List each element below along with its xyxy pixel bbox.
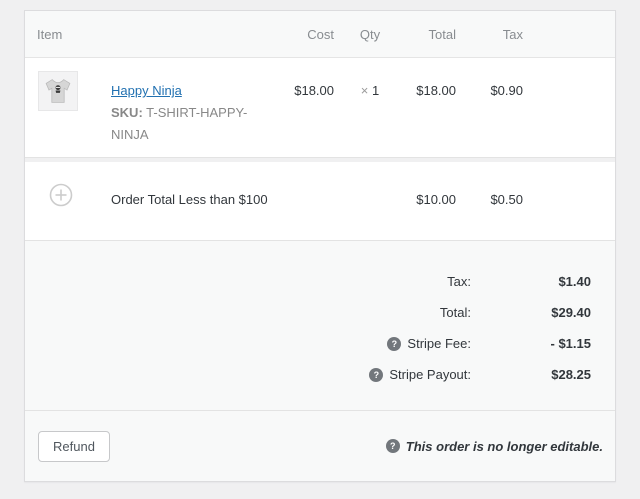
fee-total: $10.00 [406, 162, 456, 240]
order-totals: Tax: $1.40 Total: $29.40 ? Stripe Fee: -… [25, 241, 615, 411]
column-header-qty: Qty [334, 27, 406, 42]
line-item-row: Happy Ninja SKU: T-SHIRT-HAPPY-NINJA $18… [25, 58, 615, 158]
circle-plus-icon[interactable] [49, 183, 73, 207]
product-thumbnail [38, 71, 78, 111]
qty-value: 1 [372, 83, 379, 98]
qty-multiplier: × [361, 83, 369, 98]
total-row-stripe-fee: ? Stripe Fee: - $1.15 [25, 328, 591, 359]
items-table-footer: Refund ? This order is no longer editabl… [25, 411, 615, 481]
stripe-payout-label: Stripe Payout: [389, 367, 471, 382]
help-icon[interactable]: ? [387, 337, 401, 351]
fee-item-row: Order Total Less than $100 $10.00 $0.50 [25, 162, 615, 241]
order-total-label: Total: [440, 305, 471, 320]
stripe-fee-label: Stripe Fee: [407, 336, 471, 351]
order-total-value: $29.40 [471, 305, 591, 320]
not-editable-note: ? This order is no longer editable. [386, 439, 603, 454]
not-editable-text: This order is no longer editable. [406, 439, 603, 454]
line-item-cost: $18.00 [271, 58, 334, 157]
column-header-total: Total [406, 27, 456, 42]
items-table-header: Item Cost Qty Total Tax [25, 11, 615, 58]
sku-label: SKU: [111, 105, 143, 120]
tax-value: $1.40 [471, 274, 591, 289]
line-item-qty: × 1 [334, 58, 406, 157]
help-icon[interactable]: ? [386, 439, 400, 453]
line-item-total: $18.00 [406, 58, 456, 157]
fee-tax: $0.50 [456, 162, 523, 240]
column-header-item: Item [25, 27, 271, 42]
total-row-tax: Tax: $1.40 [25, 266, 591, 297]
line-item-tax: $0.90 [456, 58, 523, 157]
order-items-panel: Item Cost Qty Total Tax Happy Ninja SKU:… [24, 10, 616, 482]
total-row-stripe-payout: ? Stripe Payout: $28.25 [25, 359, 591, 390]
total-row-total: Total: $29.40 [25, 297, 591, 328]
fee-name: Order Total Less than $100 [111, 162, 271, 240]
product-name-link[interactable]: Happy Ninja [111, 83, 182, 98]
help-icon[interactable]: ? [369, 368, 383, 382]
column-header-tax: Tax [456, 27, 523, 42]
tshirt-image [39, 72, 77, 110]
column-header-cost: Cost [271, 27, 334, 42]
stripe-fee-value: - $1.15 [471, 336, 591, 351]
tax-label: Tax: [447, 274, 471, 289]
stripe-payout-value: $28.25 [471, 367, 591, 382]
product-sku: SKU: T-SHIRT-HAPPY-NINJA [111, 102, 271, 146]
refund-button[interactable]: Refund [38, 431, 110, 462]
